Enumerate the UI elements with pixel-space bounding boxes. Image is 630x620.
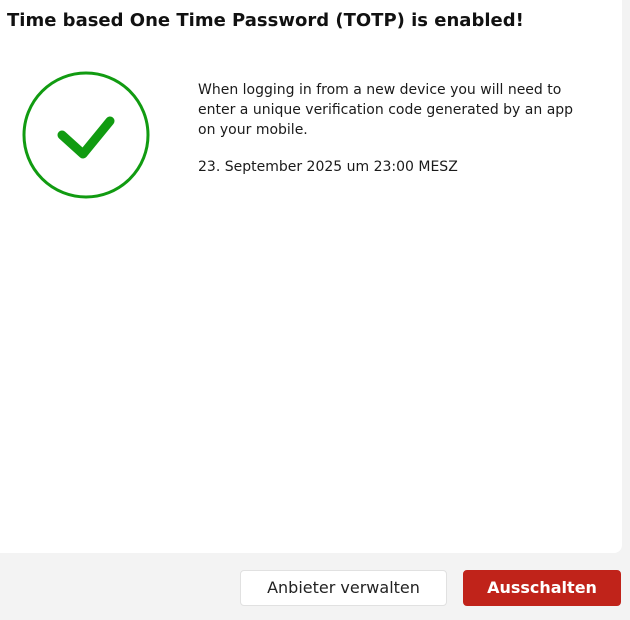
enabled-timestamp: 23. September 2025 um 23:00 MESZ [198, 159, 458, 175]
manage-providers-button[interactable]: Anbieter verwalten [240, 570, 447, 606]
totp-status-panel: Time based One Time Password (TOTP) is e… [0, 0, 622, 553]
page-title: Time based One Time Password (TOTP) is e… [7, 10, 524, 31]
totp-info: When logging in from a new device you wi… [198, 80, 583, 177]
check-circle-icon [22, 71, 150, 199]
disable-totp-button[interactable]: Ausschalten [463, 570, 621, 606]
totp-description: When logging in from a new device you wi… [198, 82, 574, 138]
